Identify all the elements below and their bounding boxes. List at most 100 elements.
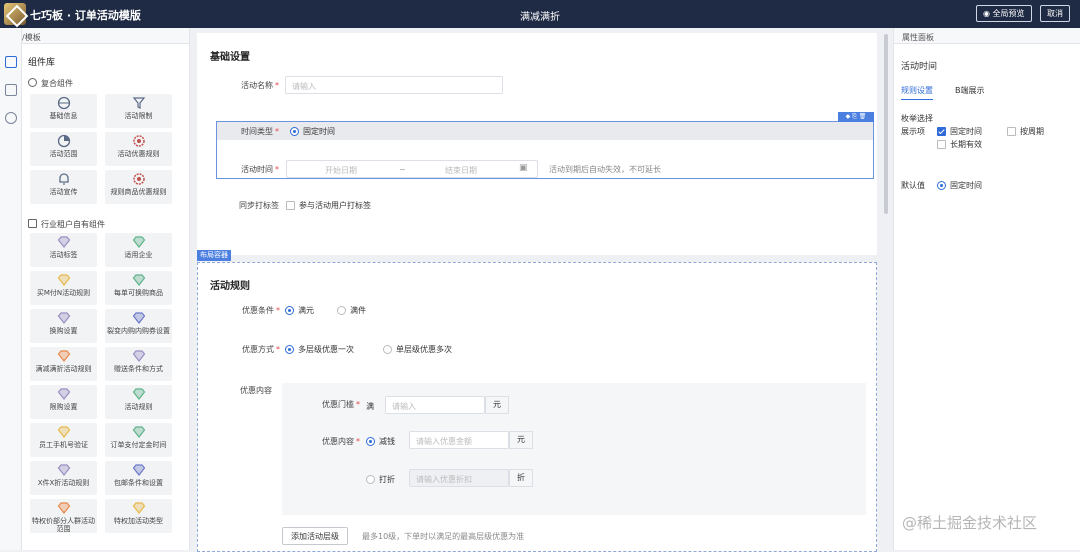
flower-icon bbox=[132, 172, 146, 186]
field-toolbar[interactable]: ◆ ⎘ 🗑 bbox=[838, 112, 874, 122]
tenant-component-tile[interactable]: 适用企业 bbox=[105, 233, 172, 267]
grid-icon bbox=[28, 219, 37, 228]
tenant-component-tile[interactable]: 赠送条件和方式 bbox=[105, 347, 172, 381]
gem-icon bbox=[57, 387, 71, 401]
radio-unchecked-icon bbox=[383, 345, 392, 354]
reduce-unit: 元 bbox=[509, 431, 533, 449]
reduce-radio[interactable]: 减钱 bbox=[366, 436, 395, 447]
structure-icon[interactable] bbox=[5, 112, 17, 124]
radio-checked-icon bbox=[937, 181, 946, 190]
section-title-rules: 活动规则 bbox=[210, 281, 250, 292]
preview-button[interactable]: ◉ 全局预览 bbox=[976, 5, 1032, 22]
tab-component-library[interactable]: 组件库 bbox=[28, 55, 55, 68]
composite-component-tile[interactable]: 活动范围 bbox=[30, 132, 97, 166]
tile-label: X件X折活动规则 bbox=[37, 479, 90, 487]
tile-label: 包邮条件和设置 bbox=[114, 479, 163, 487]
time-type-fixed-radio[interactable]: 固定时间 bbox=[290, 126, 335, 137]
gem-icon bbox=[132, 273, 146, 287]
gem-icon bbox=[57, 273, 71, 287]
mode-multi-level-radio[interactable]: 多层级优惠一次 bbox=[285, 344, 354, 355]
group-title-tenant: 行业租户自有组件 bbox=[28, 219, 105, 230]
editor-canvas: 基础设置 活动名称 * 请输入 ◆ ⎘ 🗑 时间类型 * 固定时间 活动时间 * 开始… bbox=[190, 28, 890, 552]
condition-label: 优惠条件 * bbox=[242, 306, 280, 315]
group-title-composite: 复合组件 bbox=[28, 78, 73, 89]
composite-component-tile[interactable]: 活动优惠规则 bbox=[105, 132, 172, 166]
show-long-term-checkbox[interactable]: 长期有效 bbox=[937, 139, 982, 150]
gem-icon bbox=[57, 501, 71, 515]
activity-time-label: 活动时间 * bbox=[241, 165, 279, 174]
tile-label: 买M付N活动规则 bbox=[36, 289, 91, 297]
property-panel-header: 属性面板 bbox=[894, 28, 1080, 44]
default-fixed-time-radio[interactable]: 固定时间 bbox=[937, 180, 982, 191]
start-date-placeholder[interactable]: 开始日期 bbox=[325, 165, 357, 176]
sync-tag-checkbox[interactable]: 参与活动用户打标签 bbox=[286, 200, 371, 211]
tenant-component-tile[interactable]: 每单可换购商品 bbox=[105, 271, 172, 305]
calendar-icon[interactable]: ▣ bbox=[519, 163, 528, 173]
selected-field-box[interactable]: ◆ ⎘ 🗑 时间类型 * 固定时间 活动时间 * 开始日期 ~ 结束日期 ▣ 活动到… bbox=[216, 112, 874, 179]
cancel-button[interactable]: 取消 bbox=[1040, 5, 1070, 22]
threshold-input[interactable]: 请输入 bbox=[385, 396, 485, 414]
tile-label: 活动限制 bbox=[124, 112, 153, 120]
gem-icon bbox=[57, 463, 71, 477]
tab-rule-settings[interactable]: 规则设置 bbox=[901, 85, 933, 100]
flower-icon bbox=[132, 134, 146, 148]
add-level-hint: 最多10级，下单时以满足的最高层级优惠为准 bbox=[362, 532, 525, 541]
composite-component-tile[interactable]: 规则商品优惠规则 bbox=[105, 170, 172, 204]
basic-settings-card: 基础设置 活动名称 * 请输入 ◆ ⎘ 🗑 时间类型 * 固定时间 活动时间 * 开始… bbox=[197, 33, 877, 255]
show-period-checkbox[interactable]: 按周期 bbox=[1007, 126, 1044, 137]
enum-select-label: 枚举选择 bbox=[901, 114, 933, 123]
condition-count-radio[interactable]: 满件 bbox=[337, 305, 366, 316]
section-title-basic: 基础设置 bbox=[210, 52, 250, 63]
tenant-component-tile[interactable]: 活动规则 bbox=[105, 385, 172, 419]
gem-icon bbox=[57, 349, 71, 363]
tenant-component-tile[interactable]: 活动标签 bbox=[30, 233, 97, 267]
date-range-picker[interactable]: 开始日期 ~ 结束日期 ▣ bbox=[286, 160, 538, 178]
tenant-component-tile[interactable]: 裂变内购内购券设置 bbox=[105, 309, 172, 343]
tile-label: 赠送条件和方式 bbox=[114, 365, 163, 373]
end-date-placeholder[interactable]: 结束日期 bbox=[445, 165, 477, 176]
composite-component-tile[interactable]: 活动限制 bbox=[105, 94, 172, 128]
tenant-component-tile[interactable]: 满减满折活动规则 bbox=[30, 347, 97, 381]
tenant-component-tile[interactable]: 员工手机号验证 bbox=[30, 423, 97, 457]
mode-single-level-radio[interactable]: 单层级优惠多次 bbox=[383, 344, 452, 355]
activity-name-input[interactable]: 请输入 bbox=[285, 76, 503, 94]
template-icon[interactable] bbox=[5, 84, 17, 96]
discount-input[interactable]: 请输入优惠折扣 bbox=[409, 469, 509, 487]
tenant-component-tile[interactable]: 买M付N活动规则 bbox=[30, 271, 97, 305]
layout-container-tag[interactable]: 布局容器 bbox=[197, 250, 231, 261]
gem-icon bbox=[132, 311, 146, 325]
tile-label: 活动优惠规则 bbox=[117, 150, 160, 158]
show-fixed-time-checkbox[interactable]: 固定时间 bbox=[937, 126, 982, 137]
condition-amount-radio[interactable]: 满元 bbox=[285, 305, 314, 316]
tab-b-display[interactable]: B端展示 bbox=[955, 85, 985, 96]
tenant-component-tile[interactable]: 特权价部分人群活动范围 bbox=[30, 499, 97, 533]
tile-label: 活动规则 bbox=[124, 403, 153, 411]
tenant-component-tile[interactable]: 包邮条件和设置 bbox=[105, 461, 172, 495]
watermark: @稀土掘金技术社区 bbox=[902, 514, 1038, 532]
add-level-button[interactable]: 添加活动层级 bbox=[282, 527, 348, 545]
discount-radio[interactable]: 打折 bbox=[366, 474, 395, 485]
canvas-scrollbar[interactable] bbox=[884, 34, 888, 214]
mode-label: 优惠方式 * bbox=[242, 345, 280, 354]
composite-component-tile[interactable]: 活动宣传 bbox=[30, 170, 97, 204]
tenant-component-tile[interactable]: 换购设置 bbox=[30, 309, 97, 343]
tile-label: 特权加活动类型 bbox=[114, 517, 163, 525]
default-value-label: 默认值 bbox=[901, 181, 925, 190]
gem-icon bbox=[57, 235, 71, 249]
eye-icon: ◉ bbox=[983, 9, 993, 18]
composite-component-tile[interactable]: 基础信息 bbox=[30, 94, 97, 128]
radio-checked-icon bbox=[285, 345, 294, 354]
radio-unchecked-icon bbox=[366, 475, 375, 484]
tenant-component-tile[interactable]: 特权加活动类型 bbox=[105, 499, 172, 533]
checkbox-icon bbox=[1007, 127, 1016, 136]
gem-icon bbox=[132, 387, 146, 401]
tenant-component-tile[interactable]: 限购设置 bbox=[30, 385, 97, 419]
tenant-component-tile[interactable]: 订单支付定金时间 bbox=[105, 423, 172, 457]
composite-component-grid: 基础信息 活动限制活动范围 活动优惠规则活动宣传 规则商品优惠规则 bbox=[30, 94, 172, 204]
tenant-component-tile[interactable]: X件X折活动规则 bbox=[30, 461, 97, 495]
composite-icon bbox=[28, 78, 37, 87]
component-library-icon[interactable] bbox=[5, 56, 17, 68]
gem-icon bbox=[132, 463, 146, 477]
reduce-amount-input[interactable]: 请输入优惠金额 bbox=[409, 431, 509, 449]
tile-label: 特权价部分人群活动范围 bbox=[32, 517, 95, 533]
